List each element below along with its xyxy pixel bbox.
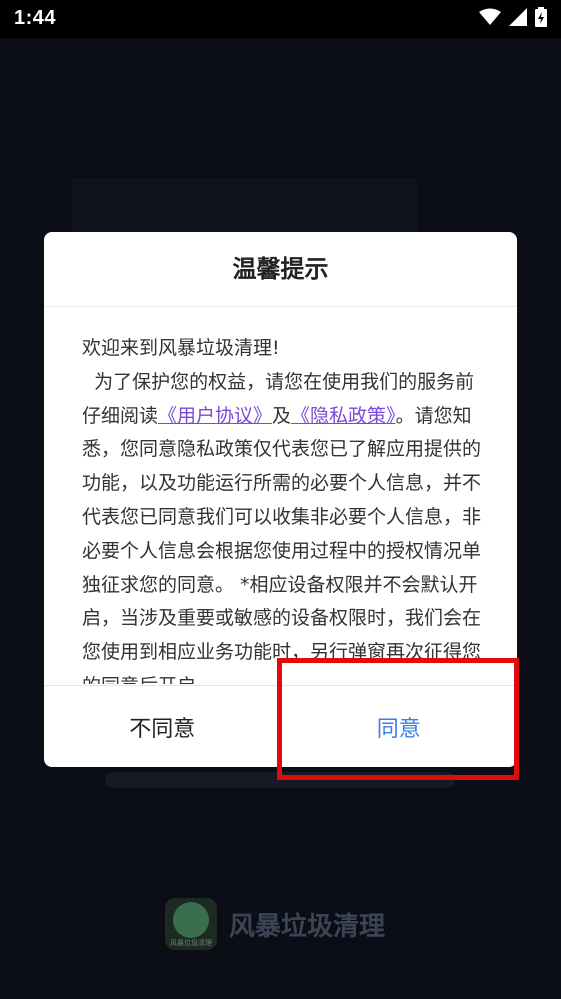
battery-charging-icon <box>535 7 547 27</box>
user-agreement-link[interactable]: 《用户协议》 <box>158 405 272 427</box>
agree-button[interactable]: 同意 <box>281 686 518 767</box>
and-text: 及 <box>272 404 292 427</box>
dialog-buttons: 不同意 同意 <box>44 685 517 767</box>
background-progress-bar <box>105 772 455 788</box>
dialog-title: 温馨提示 <box>44 232 517 307</box>
signal-icon <box>509 8 527 26</box>
app-name: 风暴垃圾清理 <box>229 911 386 942</box>
privacy-policy-link[interactable]: 《隐私政策》 <box>291 405 396 427</box>
body-paragraph: 为了保护您的权益，请您在使用我们的服务前仔细阅读《用户协议》及《隐私政策》。请您… <box>82 366 487 684</box>
dialog-body[interactable]: 欢迎来到风暴垃圾清理! 为了保护您的权益，请您在使用我们的服务前仔细阅读《用户协… <box>82 332 487 684</box>
status-icons <box>479 7 547 27</box>
app-logo: 风暴垃圾清理 <box>165 898 217 950</box>
period-text: 。 <box>395 404 415 427</box>
privacy-dialog: 温馨提示 欢迎来到风暴垃圾清理! 为了保护您的权益，请您在使用我们的服务前仔细阅… <box>44 232 517 767</box>
disagree-button[interactable]: 不同意 <box>44 686 281 767</box>
status-bar: 1:44 <box>0 0 561 38</box>
trash-icon <box>173 902 209 938</box>
rest-text: 请您知悉，您同意隐私政策仅代表您已了解应用提供的功能，以及功能运行所需的必要个人… <box>82 404 482 684</box>
welcome-text: 欢迎来到风暴垃圾清理! <box>82 337 280 359</box>
status-time: 1:44 <box>14 7 57 29</box>
app-footer: 风暴垃圾清理 风暴垃圾清理 <box>165 898 385 950</box>
logo-text: 风暴垃圾清理 <box>170 939 212 947</box>
wifi-icon <box>479 8 501 25</box>
